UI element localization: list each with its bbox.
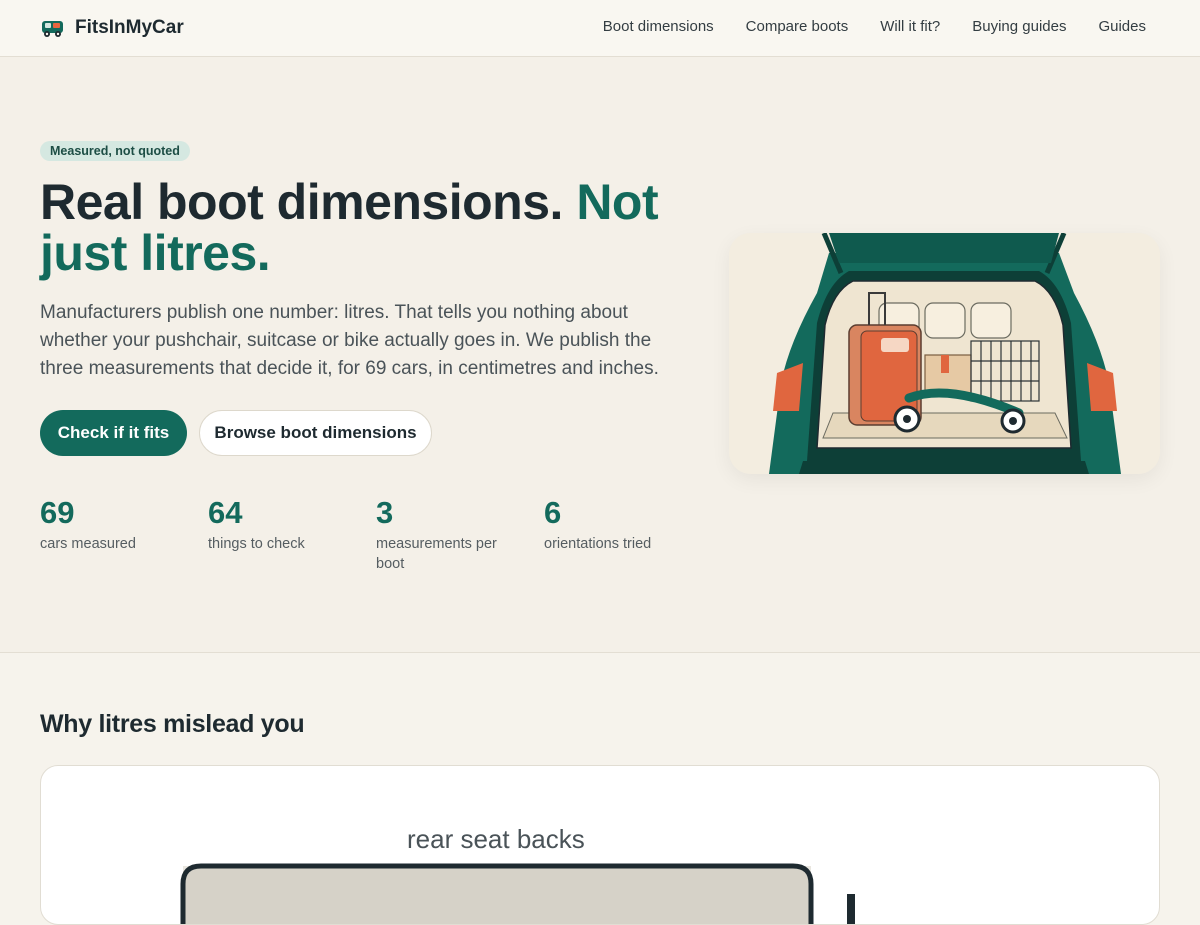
hero-car-boot-illustration [729, 233, 1160, 474]
main-nav: Boot dimensions Compare boots Will it fi… [603, 18, 1146, 35]
nav-buying-guides[interactable]: Buying guides [972, 18, 1066, 35]
boot-diagram-card: rear seat backs [40, 765, 1160, 925]
car-boot-illustration [729, 233, 1160, 474]
hero-section: Measured, not quoted Real boot dimension… [0, 57, 1200, 653]
check-if-it-fits-button[interactable]: Check if it fits [40, 410, 187, 456]
stat-measurements-per-boot: 3 measurements per boot [376, 495, 506, 574]
browse-boot-dimensions-button[interactable]: Browse boot dimensions [199, 410, 432, 456]
brand-logo[interactable]: FitsInMyCar [40, 16, 184, 40]
boot-outline-diagram [180, 863, 855, 924]
nav-will-it-fit[interactable]: Will it fit? [880, 18, 940, 35]
car-logo-icon [42, 21, 63, 37]
nav-compare-boots[interactable]: Compare boots [746, 18, 849, 35]
nav-guides[interactable]: Guides [1098, 18, 1146, 35]
stat-label: orientations tried [544, 536, 652, 552]
hero-stats: 69 cars measured 64 things to check 3 me… [40, 495, 700, 575]
hero-description: Manufacturers publish one number: litres… [40, 302, 659, 379]
stat-orientations-tried: 6 orientations tried [544, 495, 684, 554]
stat-cars-measured: 69 cars measured [40, 495, 180, 554]
hero-title-main: Real boot dimensions. [40, 174, 563, 230]
stat-value: 6 [544, 495, 562, 530]
stat-label: things to check [208, 536, 305, 552]
site-header: FitsInMyCar Boot dimensions Compare boot… [0, 0, 1200, 57]
hero-badge: Measured, not quoted [40, 141, 190, 161]
nav-boot-dimensions[interactable]: Boot dimensions [603, 18, 714, 35]
stat-value: 3 [376, 495, 394, 530]
brand-name: FitsInMyCar [75, 17, 184, 38]
stat-value: 64 [208, 495, 243, 530]
section-title: Why litres mislead you [40, 710, 305, 738]
stat-value: 69 [40, 495, 75, 530]
stat-label: measurements per boot [376, 536, 497, 572]
hero-title: Real boot dimensions. Not just litres. [40, 177, 680, 279]
stat-things-to-check: 64 things to check [208, 495, 348, 554]
stat-label: cars measured [40, 536, 136, 552]
